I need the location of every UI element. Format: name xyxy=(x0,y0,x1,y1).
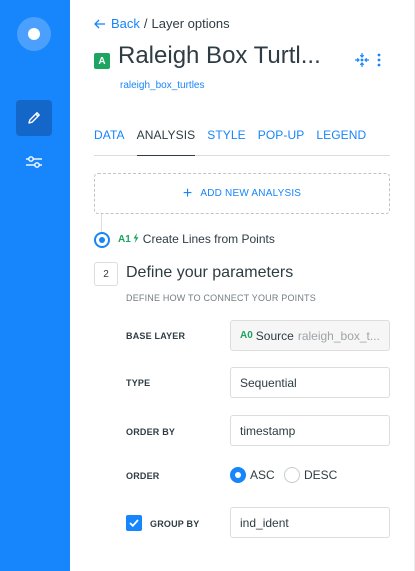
layer-options-panel: Back / Layer options A Raleigh Box Turtl… xyxy=(70,0,415,571)
order-label: ORDER xyxy=(126,471,160,481)
order-by-label: ORDER BY xyxy=(126,427,176,437)
more-options-icon[interactable] xyxy=(376,52,382,73)
order-desc-radio[interactable] xyxy=(284,467,300,483)
tab-style[interactable]: STYLE xyxy=(207,126,246,156)
back-label: Back xyxy=(111,16,140,31)
arrow-left-icon xyxy=(94,19,105,28)
analysis-connector-line xyxy=(101,214,102,232)
type-label: TYPE xyxy=(126,378,151,388)
lightning-icon xyxy=(133,232,139,246)
pencil-icon[interactable] xyxy=(16,100,52,136)
analysis-node[interactable]: A1 Create Lines from Points xyxy=(118,232,275,246)
analysis-node-id: A1 xyxy=(118,233,131,245)
layer-title[interactable]: Raleigh Box Turtl... xyxy=(118,42,346,70)
base-layer-value: raleigh_box_t... xyxy=(297,328,380,343)
step-number: 2 xyxy=(94,262,118,286)
breadcrumb: Back / Layer options xyxy=(94,16,230,31)
layer-tabs: DATA ANALYSIS STYLE POP-UP LEGEND xyxy=(94,126,390,156)
group-by-checkbox[interactable] xyxy=(126,515,142,531)
checkmark-icon xyxy=(129,519,139,527)
breadcrumb-separator: / xyxy=(143,16,148,31)
sliders-icon[interactable] xyxy=(22,150,46,174)
app-sidebar xyxy=(0,0,70,571)
step-title: Define your parameters xyxy=(126,264,294,281)
center-map-icon[interactable] xyxy=(354,52,370,73)
tab-data[interactable]: DATA xyxy=(94,126,125,156)
layer-badge: A xyxy=(94,53,110,69)
base-layer-node-id: A0 xyxy=(240,330,253,341)
order-desc-label[interactable]: DESC xyxy=(304,468,337,482)
base-layer-field: A0 Source raleigh_box_t... xyxy=(230,320,390,351)
base-layer-label: BASE LAYER xyxy=(126,331,186,341)
back-link[interactable]: Back xyxy=(94,16,140,31)
add-new-analysis-button[interactable]: + ADD NEW ANALYSIS xyxy=(94,173,390,214)
order-asc-radio[interactable] xyxy=(230,467,246,483)
analysis-node-label: Create Lines from Points xyxy=(142,232,275,246)
type-select[interactable]: Sequential xyxy=(230,367,390,398)
layer-source-name: raleigh_box_turtles xyxy=(120,80,205,91)
group-by-select[interactable]: ind_ident xyxy=(230,507,390,538)
order-asc-label[interactable]: ASC xyxy=(250,468,275,482)
breadcrumb-current: Layer options xyxy=(151,16,230,31)
plus-icon: + xyxy=(182,184,193,202)
logo-icon[interactable] xyxy=(17,17,51,51)
tab-analysis[interactable]: ANALYSIS xyxy=(136,126,196,156)
add-new-analysis-label: ADD NEW ANALYSIS xyxy=(200,188,302,199)
group-by-label: GROUP BY xyxy=(150,519,200,529)
step-subtitle: DEFINE HOW TO CONNECT YOUR POINTS xyxy=(126,293,316,303)
tab-pop-up[interactable]: POP-UP xyxy=(258,126,305,156)
base-layer-name: Source xyxy=(255,328,294,343)
tab-legend[interactable]: LEGEND xyxy=(316,126,366,156)
order-by-select[interactable]: timestamp xyxy=(230,415,390,446)
analysis-node-radio[interactable] xyxy=(94,232,110,248)
